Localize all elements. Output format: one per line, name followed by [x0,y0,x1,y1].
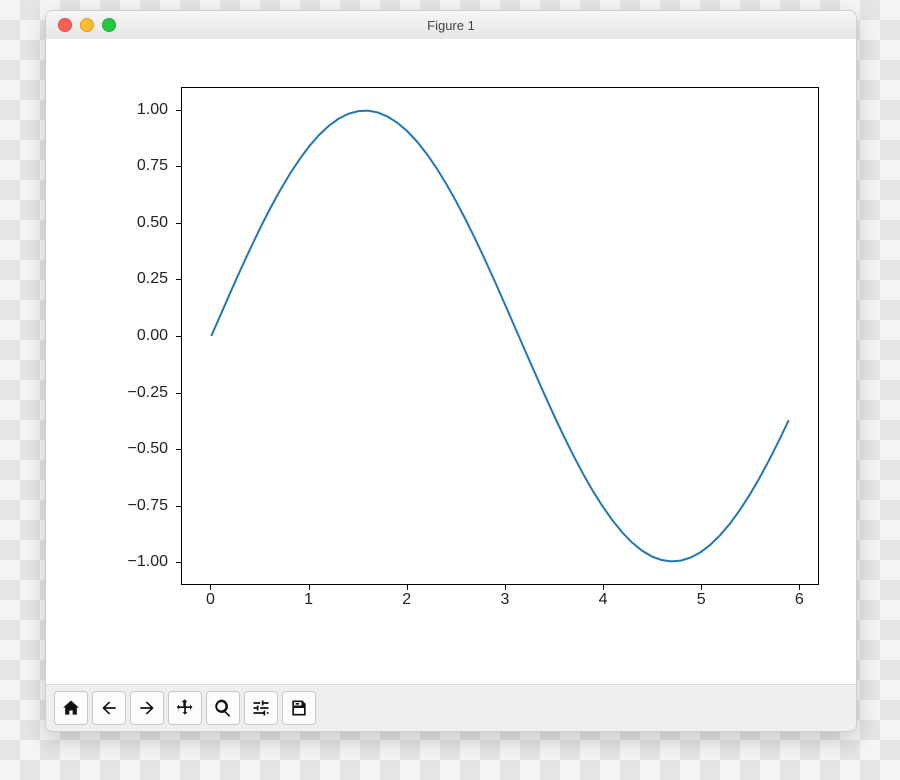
home-button[interactable] [54,691,88,725]
close-icon[interactable] [58,18,72,32]
window-controls [46,18,116,32]
arrow-right-icon [137,698,157,718]
save-icon [289,698,309,718]
back-button[interactable] [92,691,126,725]
y-tick-label: 0.50 [137,214,168,232]
save-button[interactable] [282,691,316,725]
nav-toolbar [46,684,856,731]
x-tick-labels: 0 1 2 3 4 5 6 [181,587,819,611]
x-tick-label: 4 [599,591,608,609]
y-tick-label: 0.75 [137,157,168,175]
y-tick-label: −1.00 [128,553,168,571]
x-tick-label: 3 [500,591,509,609]
line-series [182,88,818,584]
x-tick-label: 6 [795,591,804,609]
y-tick-label: 0.25 [137,270,168,288]
x-tick-label: 5 [697,591,706,609]
y-tick-label: 0.00 [137,327,168,345]
forward-button[interactable] [130,691,164,725]
plot-canvas[interactable]: −1.00 −0.75 −0.50 −0.25 0.00 0.25 0.50 0.75 1.00… [46,39,856,685]
y-tick-label: −0.25 [128,384,168,402]
figure-window: Figure 1 −1.00 −0.75 −0.50 −0.25 0.00 0.25 0.5… [45,10,857,732]
axes[interactable] [181,87,819,585]
zoom-window-icon[interactable] [102,18,116,32]
zoom-button[interactable] [206,691,240,725]
window-title: Figure 1 [46,18,856,33]
magnifier-icon [213,698,233,718]
sliders-icon [251,698,271,718]
y-tick-label: −0.75 [128,497,168,515]
minimize-icon[interactable] [80,18,94,32]
pan-button[interactable] [168,691,202,725]
titlebar[interactable]: Figure 1 [46,11,856,40]
y-tick-labels: −1.00 −0.75 −0.50 −0.25 0.00 0.25 0.50 0.75 1.00 [46,87,174,585]
configure-button[interactable] [244,691,278,725]
x-tick-label: 2 [402,591,411,609]
arrow-left-icon [99,698,119,718]
y-tick-label: −0.50 [128,440,168,458]
home-icon [61,698,81,718]
x-tick-label: 1 [304,591,313,609]
move-icon [175,698,195,718]
x-tick-label: 0 [206,591,215,609]
y-tick-label: 1.00 [137,101,168,119]
